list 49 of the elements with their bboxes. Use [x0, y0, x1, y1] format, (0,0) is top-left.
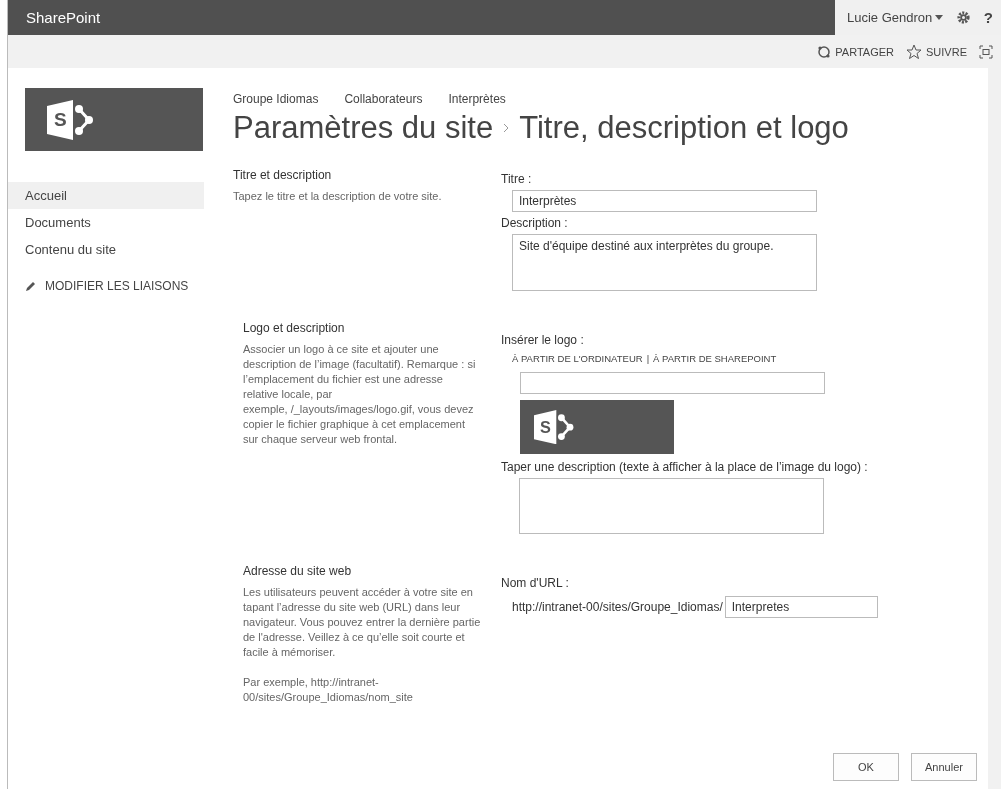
nav-item[interactable]: Accueil	[8, 182, 204, 209]
breadcrumb-link[interactable]: Interprètes	[448, 92, 506, 106]
description-input[interactable]: Site d'équipe destiné aux interprètes du groupe.	[512, 234, 817, 291]
logo-letter: S	[540, 418, 551, 437]
user-menu[interactable]: Lucie Gendron	[847, 10, 944, 25]
logo-description-input[interactable]	[519, 478, 824, 534]
sharepoint-logo-icon	[47, 99, 95, 140]
page-title: Titre, description et logo	[519, 110, 849, 146]
pencil-icon	[25, 280, 37, 292]
section-description: Associer un logo à ce site et ajouter une description de l’image (facultatif). Remarque : si l’emplacement du fichier est une adresse relative locale, par exemple, /_layouts/images/logo.gif, vous devez copier le fichier graphique à cet emplacement sur chaque serveur web frontal.	[243, 342, 477, 447]
page-title-parent[interactable]: Paramètres du site	[233, 110, 494, 146]
settings-icon[interactable]	[956, 10, 972, 25]
share-icon	[817, 44, 832, 59]
logo-letter: S	[54, 109, 67, 131]
edit-links[interactable]: MODIFIER LES LIAISONS	[25, 279, 225, 293]
logo-url-input[interactable]	[520, 372, 825, 394]
cancel-button[interactable]: Annuler	[911, 753, 977, 781]
field-label: Insérer le logo :	[501, 333, 585, 347]
url-input[interactable]: Interpretes	[724, 596, 878, 618]
section-heading: Adresse du site web	[243, 564, 353, 578]
section-heading: Logo et description	[243, 321, 346, 335]
source-link[interactable]: À PARTIR DE L'ORDINATEUR	[512, 353, 643, 364]
field-label: Description :	[501, 216, 569, 230]
example-text: Par exemple, http://intranet-00/sites/Groupe_Idiomas/nom_site	[243, 675, 414, 705]
source-link[interactable]: À PARTIR DE SHAREPOINT	[653, 353, 777, 364]
share-action[interactable]: PARTAGER	[817, 44, 895, 59]
section-description: Les utilisateurs peuvent accéder à votre site en tapant l’adresse du site web (URL) dans leur navigateur. Vous pouvez entrer la dernière partie de l'adresse. Veillez à ce qu’elle soit courte et facile à mémoriser.	[243, 585, 481, 660]
url-prefix: http://intranet-00/sites/Groupe_Idiomas/	[512, 600, 723, 614]
field-label: Nom d'URL :	[501, 576, 570, 590]
field-label: Titre :	[501, 172, 533, 186]
title-input[interactable]: Interprètes	[512, 190, 817, 212]
focus-action[interactable]	[979, 44, 993, 59]
help-button[interactable]: ?	[983, 9, 993, 26]
star-icon	[906, 44, 923, 59]
field-label: Taper une description (texte à afficher à la place de l’image du logo) :	[501, 460, 869, 474]
separator: |	[646, 353, 650, 364]
breadcrumb-link[interactable]: Groupe Idiomas	[233, 92, 319, 106]
nav-item[interactable]: Contenu du site	[8, 236, 204, 263]
breadcrumb-link[interactable]: Collaborateurs	[344, 92, 423, 106]
nav-item[interactable]: Documents	[8, 209, 204, 236]
follow-action[interactable]: SUIVRE	[906, 44, 967, 59]
brand-name[interactable]: SharePoint	[26, 9, 101, 26]
caret-icon	[935, 15, 944, 20]
focus-icon	[979, 44, 993, 59]
section-description: Tapez le titre et la description de votre site.	[233, 189, 443, 204]
ok-button[interactable]: OK	[833, 753, 899, 781]
sharepoint-logo-icon	[534, 409, 576, 445]
chevron-right-icon	[503, 124, 510, 132]
section-heading: Titre et description	[233, 168, 333, 182]
